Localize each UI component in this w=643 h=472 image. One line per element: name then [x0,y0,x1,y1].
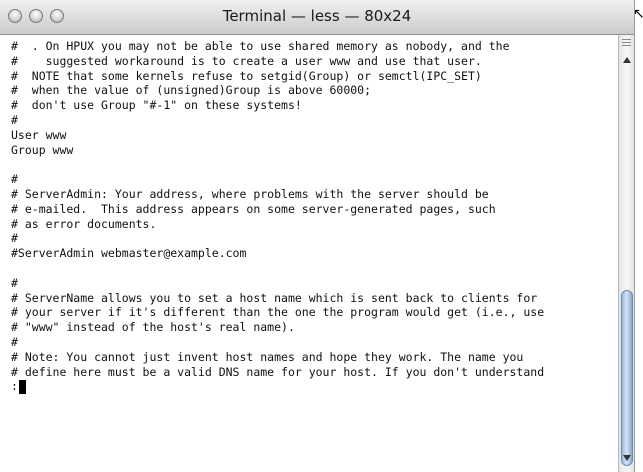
text-cursor [18,379,26,394]
terminal-line: # [11,334,18,349]
arrow-up-icon[interactable] [623,57,631,63]
terminal-line: # suggested workaround is to create a us… [11,53,482,68]
terminal-line: # . On HPUX you may not be able to use s… [11,39,510,53]
terminal-output[interactable]: # . On HPUX you may not be able to use s… [0,35,616,472]
terminal-line: # Note: You cannot just invent host name… [11,349,524,364]
prompt-text: : [11,379,18,394]
title-bar[interactable]: Terminal — less — 80x24 [0,0,634,35]
terminal-line: # your server if it's different than the… [11,305,545,320]
terminal-line: Group www [11,142,74,157]
arrow-down-icon[interactable] [623,455,631,461]
scroll-thumb[interactable] [621,290,633,466]
terminal-line: User www [11,127,67,142]
terminal-line: # "www" instead of the host's real name)… [11,320,295,335]
terminal-window: Terminal — less — 80x24 # . On HPUX you … [0,0,635,472]
terminal-line: # [11,275,18,290]
terminal-line: # ServerAdmin: Your address, where probl… [11,186,489,201]
terminal-line: # don't use Group "#-1" on these systems… [11,98,302,113]
terminal-line: # as error documents. [11,216,157,231]
terminal-line: # [11,112,18,127]
terminal-line: # e-mailed. This address appears on some… [11,201,496,216]
vertical-scrollbar[interactable] [618,35,634,472]
terminal-line: # [11,172,18,187]
terminal-lines: # . On HPUX you may not be able to use s… [0,35,616,394]
terminal-line: #ServerAdmin webmaster@example.com [11,246,247,261]
mouse-pointer-icon: ↖ [633,6,643,22]
window-title: Terminal — less — 80x24 [222,7,412,25]
terminal-line: # NOTE that some kernels refuse to setgi… [11,68,482,83]
terminal-line: # ServerName allows you to set a host na… [11,290,538,305]
less-prompt[interactable]: : [11,379,616,394]
terminal-line: # when the value of (unsigned)Group is a… [11,83,372,98]
terminal-line: # [11,231,18,246]
split-pane-handle[interactable] [622,39,631,47]
terminal-line: # define here must be a valid DNS name f… [11,364,545,379]
